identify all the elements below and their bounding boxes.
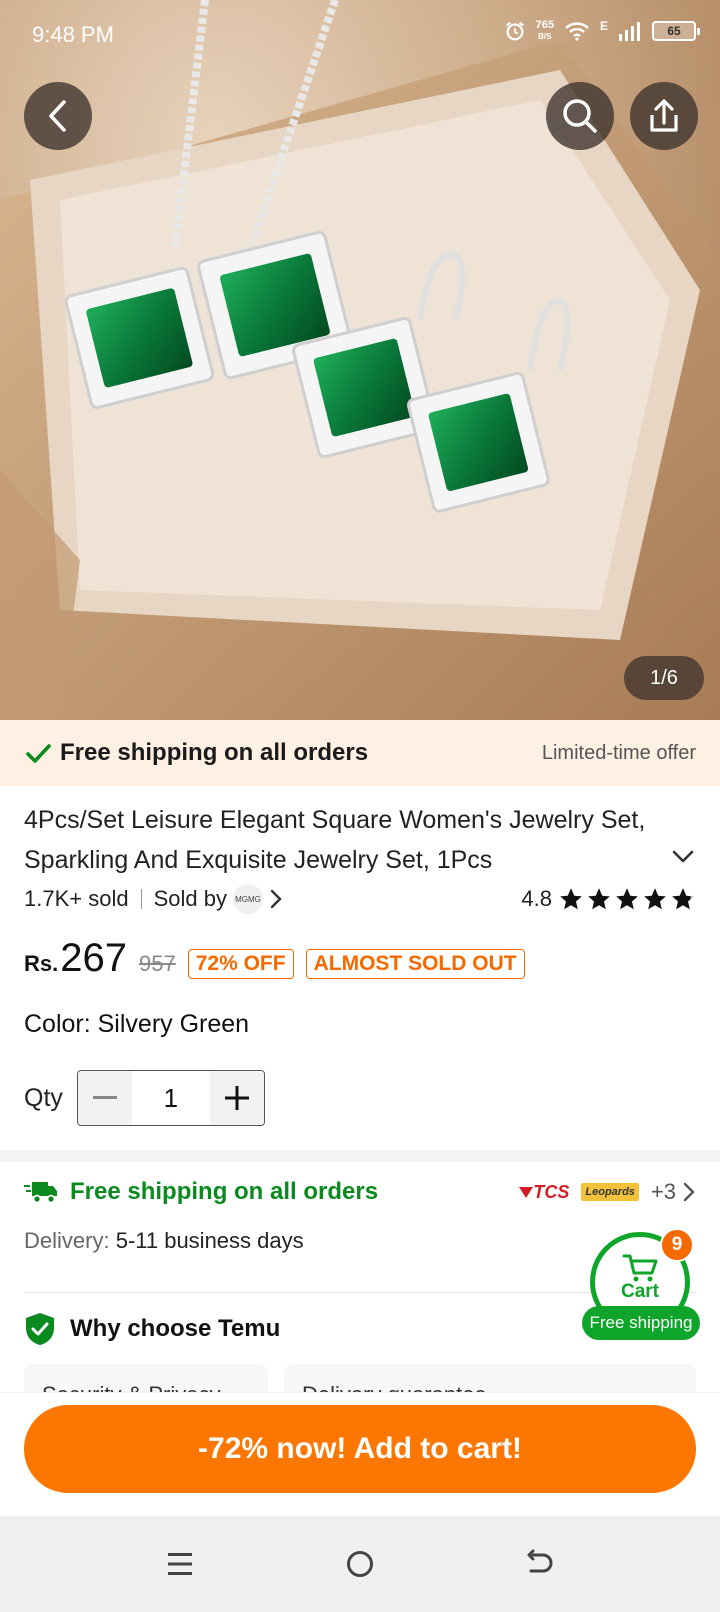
rating[interactable]: 4.8 [521,886,696,912]
system-navigation-bar [0,1516,720,1612]
star-icon [560,888,582,910]
sales-seller-row: 1.7K+ sold Sold by MGMG 4.8 [24,884,696,914]
back-button[interactable] [24,82,92,150]
search-button[interactable] [546,82,614,150]
home-button[interactable] [340,1544,380,1584]
why-choose-row: Why choose Temu [24,1312,280,1346]
chevron-left-icon [49,100,66,132]
network-type: E [599,19,608,33]
shield-check-icon [26,1313,54,1345]
wifi-icon [565,22,589,41]
cart-label: Cart [620,1281,659,1302]
network-speed-unit: B/S [538,32,552,41]
tcs-mark-icon [519,1187,534,1198]
color-selection-label: Color: Silvery Green [24,1010,250,1038]
quantity-value[interactable]: 1 [132,1083,210,1114]
status-bar: 9:48 PM 765 B/S E 65 [0,0,720,70]
star-icon [588,888,610,910]
quantity-row: Qty 1 [24,1070,265,1126]
signal-icon [619,22,640,41]
sale-price: 267 [60,936,127,980]
alarm-icon [505,21,524,41]
leopards-logo: Leopards [581,1183,639,1201]
share-button[interactable] [630,82,698,150]
free-shipping-title: Free shipping on all orders [70,1178,379,1205]
chevron-right-icon[interactable] [269,888,283,910]
star-icon [616,888,638,910]
share-icon [650,99,678,132]
stock-badge: ALMOST SOLD OUT [305,949,525,979]
cart-free-shipping-pill: Free shipping [582,1306,700,1340]
chevron-down-icon[interactable] [670,846,696,866]
recent-apps-button[interactable] [160,1544,200,1584]
limited-time-offer: Limited-time offer [541,741,696,764]
cart-count-badge: 9 [660,1228,694,1262]
plus-icon [224,1086,249,1110]
tcs-label: TCS [533,1181,570,1202]
sold-count: 1.7K+ sold [24,886,129,911]
divider [140,889,142,909]
shipping-info-row[interactable]: Free shipping on all orders TCS Leopards… [24,1172,696,1212]
minus-icon [92,1096,117,1099]
banner-title: Free shipping on all orders [60,739,369,766]
price-row: Rs. 267 957 72% OFF ALMOST SOLD OUT [24,936,525,992]
search-icon [563,99,597,133]
battery-level: 65 [667,24,681,38]
star-icon [644,888,666,910]
delivery-value: 5-11 business days [115,1228,304,1253]
original-price: 957 [139,951,176,976]
seller-logo[interactable]: MGMG [232,884,263,914]
more-carriers: +3 [650,1179,676,1204]
sold-by-label: Sold by [153,886,227,911]
product-title[interactable]: 4Pcs/Set Leisure Elegant Square Women's … [24,800,664,880]
menu-icon [168,1553,192,1575]
checkmark-icon [26,744,51,763]
free-shipping-banner[interactable]: Free shipping on all orders Limited-time… [0,720,720,786]
increment-button[interactable] [209,1071,264,1125]
discount-badge: 72% OFF [187,949,294,979]
battery-icon: 65 [652,21,700,41]
cart-icon [622,1254,658,1282]
home-circle-icon [347,1551,373,1577]
rating-stars [558,886,696,912]
chevron-right-icon [683,1182,695,1202]
back-arrow-icon [527,1549,553,1573]
network-speed-value: 765 [535,19,554,31]
qty-label: Qty [24,1083,63,1112]
image-counter: 1/6 [624,656,704,700]
star-half-icon [672,888,694,910]
quantity-stepper[interactable]: 1 [76,1070,265,1126]
why-choose-title: Why choose Temu [70,1315,281,1342]
network-speed: 765 B/S [536,20,554,42]
decrement-button[interactable] [77,1071,132,1125]
tcs-logo: TCS [519,1182,569,1203]
section-divider [0,1150,720,1162]
truck-icon [24,1182,57,1204]
bottom-action-bar: -72% now! Add to cart! [0,1392,720,1516]
product-image-gallery[interactable]: 9:48 PM 765 B/S E 65 1/6 [0,0,720,720]
status-time: 9:48 PM [32,22,114,47]
system-back-button[interactable] [520,1544,560,1584]
add-to-cart-button[interactable]: -72% now! Add to cart! [24,1405,696,1493]
currency: Rs. [24,951,59,976]
delivery-label: Delivery: [24,1228,110,1253]
status-icons: 765 B/S E 65 [504,19,700,42]
delivery-estimate: Delivery: 5-11 business days [24,1228,304,1254]
rating-value: 4.8 [521,886,552,911]
